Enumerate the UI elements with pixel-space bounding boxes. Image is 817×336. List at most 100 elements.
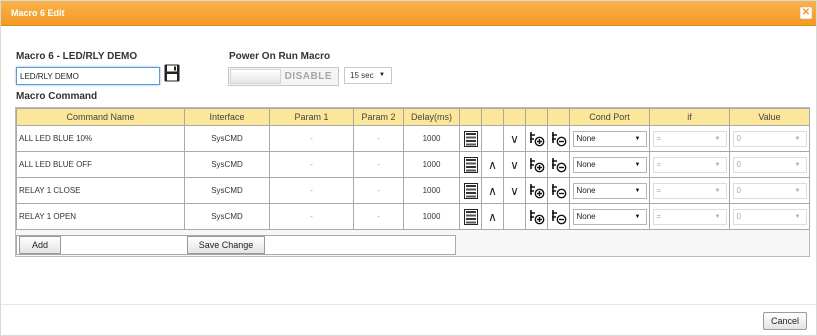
col-command-name: Command Name — [16, 108, 185, 126]
edit-list-icon[interactable] — [463, 182, 478, 199]
insert-command-icon[interactable] — [529, 157, 545, 173]
move-up-icon[interactable]: ∧ — [488, 158, 497, 172]
value-cell: 0 ▼ — [729, 203, 810, 230]
edit-list-icon[interactable] — [463, 130, 478, 147]
value-select[interactable]: 0 ▼ — [732, 130, 807, 147]
move-up-cell: ∧ — [481, 151, 504, 178]
if-cell: = ▼ — [649, 125, 730, 152]
value-select[interactable]: 0 ▼ — [732, 182, 807, 199]
power-on-toggle[interactable]: DISABLE — [228, 67, 339, 86]
interface-cell: SysCMD — [184, 203, 270, 230]
if-cell: = ▼ — [649, 177, 730, 204]
delete-command-icon[interactable] — [551, 183, 567, 199]
param2-cell: - — [353, 177, 404, 204]
delete-command-icon[interactable] — [551, 209, 567, 225]
dropdown-arrow-icon: ▼ — [634, 161, 641, 168]
macro-name-input[interactable] — [16, 67, 160, 85]
value-value: 0 — [736, 185, 741, 195]
insert-command-icon[interactable] — [529, 183, 545, 199]
command-name-cell[interactable]: RELAY 1 OPEN — [16, 203, 185, 230]
interface-cell: SysCMD — [184, 125, 270, 152]
insert-cell — [525, 151, 548, 178]
col-param1: Param 1 — [269, 108, 354, 126]
if-select[interactable]: = ▼ — [652, 208, 727, 225]
value-select[interactable]: 0 ▼ — [732, 156, 807, 173]
if-select[interactable]: = ▼ — [652, 182, 727, 199]
move-down-cell: ∨ — [503, 151, 526, 178]
dropdown-arrow-icon: ▼ — [379, 72, 385, 78]
dropdown-arrow-icon: ▼ — [714, 135, 721, 142]
col-cond-port: Cond Port — [569, 108, 650, 126]
macro-edit-dialog: Macro 6 Edit ✕ Macro 6 - LED/RLY DEMO Po… — [0, 0, 817, 336]
move-down-cell — [503, 203, 526, 230]
delete-cell — [547, 203, 570, 230]
cond-port-select[interactable]: None ▼ — [572, 208, 647, 225]
move-down-icon[interactable]: ∨ — [510, 132, 519, 146]
delay-select[interactable]: 15 sec ▼ — [344, 67, 392, 84]
dropdown-arrow-icon: ▼ — [794, 161, 801, 168]
edit-list-icon[interactable] — [463, 156, 478, 173]
col-blank — [459, 108, 482, 126]
dropdown-arrow-icon: ▼ — [714, 213, 721, 220]
cancel-button[interactable]: Cancel — [763, 312, 807, 330]
macro-command-label: Macro Command — [16, 91, 98, 102]
table-header-row: Command Name Interface Param 1 Param 2 D… — [16, 108, 810, 126]
move-up-icon[interactable]: ∧ — [488, 210, 497, 224]
move-down-icon[interactable]: ∨ — [510, 184, 519, 198]
delay-select-value: 15 sec — [350, 71, 374, 80]
dropdown-arrow-icon: ▼ — [794, 187, 801, 194]
if-select[interactable]: = ▼ — [652, 156, 727, 173]
if-cell: = ▼ — [649, 203, 730, 230]
if-value: = — [656, 185, 662, 195]
save-icon[interactable] — [164, 64, 180, 82]
move-up-cell — [481, 125, 504, 152]
col-interface: Interface — [184, 108, 270, 126]
delay-cell: 1000 — [403, 151, 460, 178]
dropdown-arrow-icon: ▼ — [714, 187, 721, 194]
save-change-button[interactable]: Save Change — [187, 236, 265, 254]
dropdown-arrow-icon: ▼ — [634, 213, 641, 220]
col-param2: Param 2 — [353, 108, 404, 126]
param1-cell: - — [269, 151, 354, 178]
edit-list-icon[interactable] — [463, 208, 478, 225]
delete-cell — [547, 125, 570, 152]
delete-command-icon[interactable] — [551, 131, 567, 147]
delete-command-icon[interactable] — [551, 157, 567, 173]
cond-port-cell: None ▼ — [569, 151, 650, 178]
command-name-cell[interactable]: RELAY 1 CLOSE — [16, 177, 185, 204]
dropdown-arrow-icon: ▼ — [794, 135, 801, 142]
value-cell: 0 ▼ — [729, 125, 810, 152]
cond-port-select[interactable]: None ▼ — [572, 182, 647, 199]
param1-cell: - — [269, 125, 354, 152]
cond-port-select[interactable]: None ▼ — [572, 130, 647, 147]
value-cell: 0 ▼ — [729, 151, 810, 178]
command-name-cell[interactable]: ALL LED BLUE OFF — [16, 151, 185, 178]
cond-port-cell: None ▼ — [569, 203, 650, 230]
if-select[interactable]: = ▼ — [652, 130, 727, 147]
move-up-icon[interactable]: ∧ — [488, 184, 497, 198]
move-down-cell: ∨ — [503, 177, 526, 204]
add-button[interactable]: Add — [19, 236, 61, 254]
value-select[interactable]: 0 ▼ — [732, 208, 807, 225]
close-icon[interactable]: ✕ — [800, 7, 812, 19]
dropdown-arrow-icon: ▼ — [794, 213, 801, 220]
delete-cell — [547, 151, 570, 178]
command-name-cell[interactable]: ALL LED BLUE 10% — [16, 125, 185, 152]
insert-command-icon[interactable] — [529, 209, 545, 225]
cond-port-cell: None ▼ — [569, 177, 650, 204]
cond-port-select[interactable]: None ▼ — [572, 156, 647, 173]
insert-cell — [525, 177, 548, 204]
delay-cell: 1000 — [403, 125, 460, 152]
param2-cell: - — [353, 125, 404, 152]
table-row: RELAY 1 CLOSE SysCMD - - 1000 ∧ ∨ None ▼… — [16, 177, 810, 204]
move-up-cell: ∧ — [481, 203, 504, 230]
move-down-icon[interactable]: ∨ — [510, 158, 519, 172]
move-up-cell: ∧ — [481, 177, 504, 204]
edit-cell — [459, 177, 482, 204]
table-row: RELAY 1 OPEN SysCMD - - 1000 ∧ None ▼ = … — [16, 203, 810, 230]
table-row: ALL LED BLUE 10% SysCMD - - 1000 ∨ None … — [16, 125, 810, 152]
macro-command-table: Command Name Interface Param 1 Param 2 D… — [16, 108, 810, 230]
param2-cell: - — [353, 203, 404, 230]
insert-command-icon[interactable] — [529, 131, 545, 147]
dropdown-arrow-icon: ▼ — [714, 161, 721, 168]
